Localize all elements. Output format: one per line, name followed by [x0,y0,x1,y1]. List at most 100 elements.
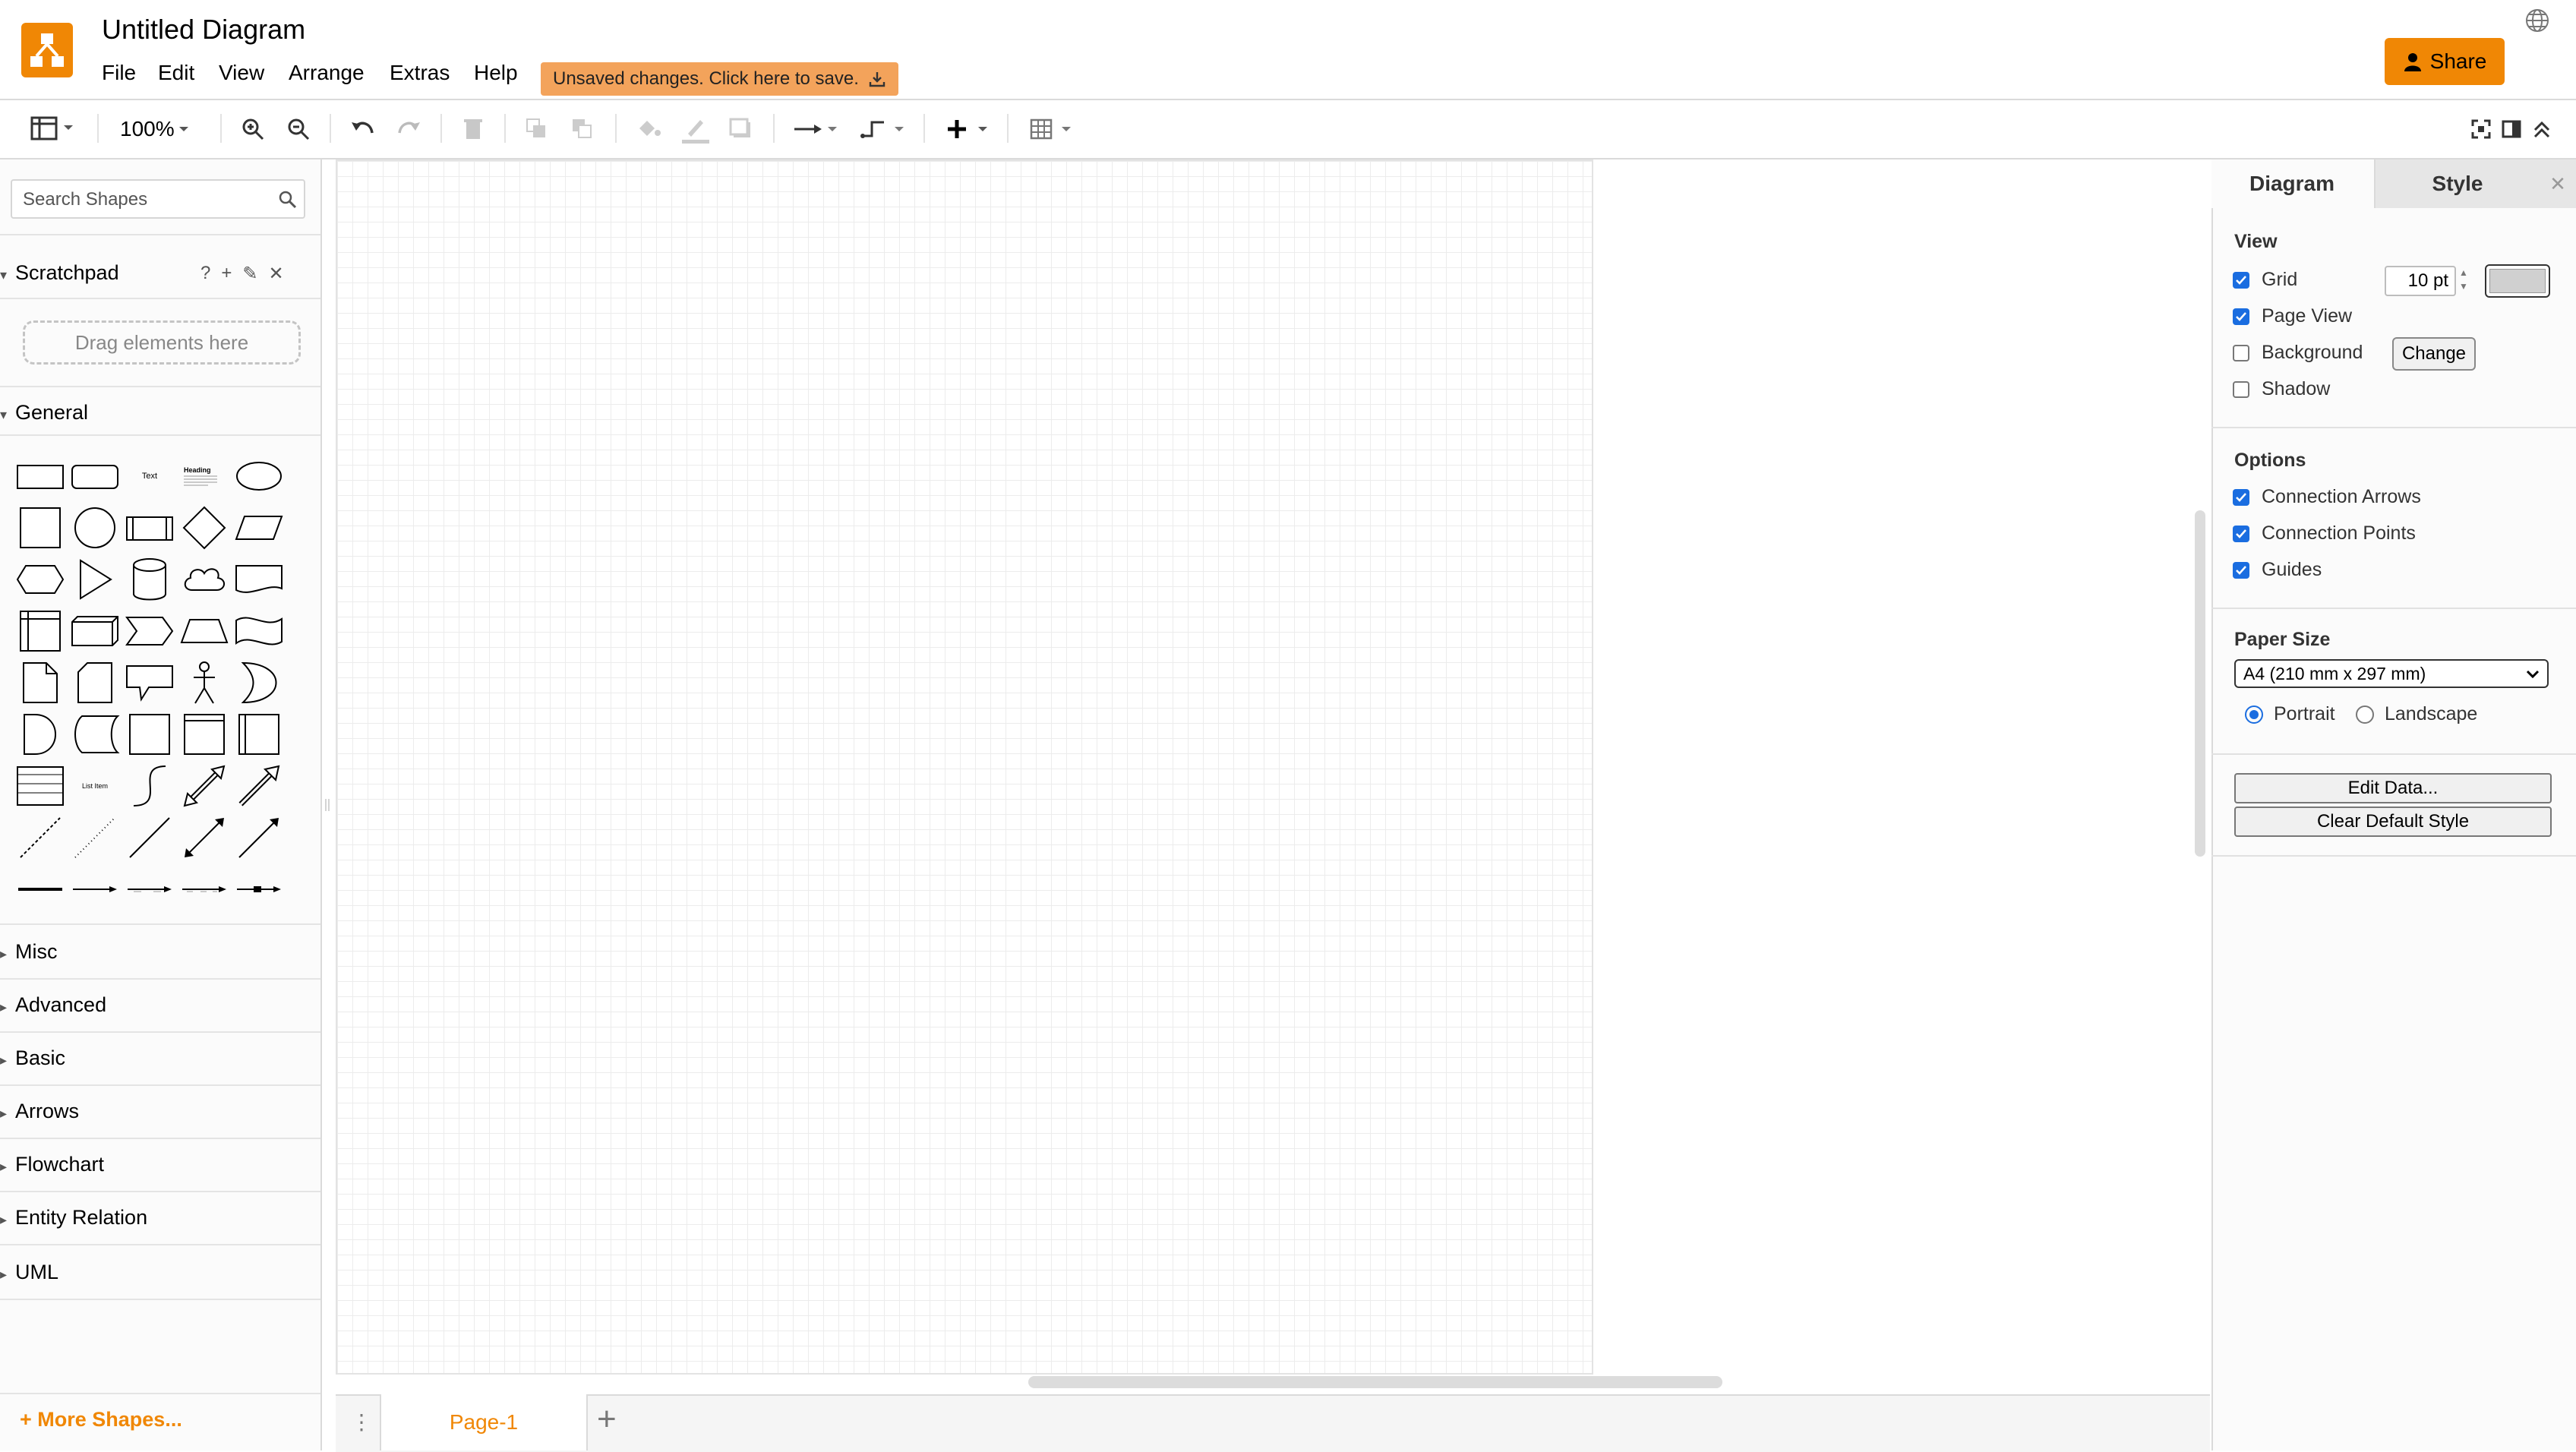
edit-data-button[interactable]: Edit Data... [2234,773,2552,803]
grid-color-swatch[interactable] [2485,264,2550,298]
tab-style[interactable]: Style [2374,159,2540,208]
connection-points-checkbox[interactable] [2233,525,2249,542]
to-front-button[interactable] [524,114,550,144]
shape-swimlane-vertical[interactable] [232,712,286,756]
shape-text[interactable]: Text [123,454,176,498]
shape-document[interactable] [232,557,286,601]
shape-cloud[interactable] [178,557,231,601]
add-icon[interactable]: + [221,263,232,285]
menu-extras[interactable]: Extras [390,61,450,85]
shape-dotted-line[interactable] [68,816,122,860]
connection-style-dropdown[interactable] [793,114,843,144]
shape-connector-two-labels[interactable] [123,867,176,911]
grid-size-spinner[interactable]: ▲ ▼ [2459,266,2473,296]
waypoints-dropdown[interactable] [860,114,910,144]
shape-callout[interactable] [123,661,176,705]
guides-option[interactable]: Guides [2233,559,2322,581]
tab-diagram[interactable]: Diagram [2211,159,2372,208]
shape-triangle[interactable] [68,557,122,601]
insert-dropdown[interactable] [945,114,995,144]
shape-tape[interactable] [232,609,286,653]
section-flowchart[interactable]: ▸ Flowchart [0,1153,320,1176]
menu-view[interactable]: View [219,61,264,85]
shape-connector-label[interactable] [68,867,122,911]
shadow-button[interactable] [728,114,753,144]
grid-size-input[interactable]: 10 pt [2385,266,2456,296]
shape-internal-storage[interactable] [14,609,67,653]
paper-size-select[interactable]: A4 (210 mm x 297 mm) [2234,659,2549,688]
page-view-option[interactable]: Page View [2233,305,2352,327]
shape-connector-three-labels[interactable] [178,867,231,911]
grid-checkbox[interactable] [2233,271,2249,289]
shape-bidirectional-connector[interactable] [178,816,231,860]
shape-container-square[interactable] [123,712,176,756]
change-background-button[interactable]: Change [2392,337,2476,371]
close-icon[interactable]: ✕ [268,263,283,285]
connection-arrows-option[interactable]: Connection Arrows [2233,486,2421,508]
add-page-icon[interactable]: + [597,1400,617,1438]
help-icon[interactable]: ? [200,263,210,285]
collapse-toolbar-button[interactable] [2530,114,2553,144]
vertical-scrollbar[interactable] [2195,510,2205,857]
grid-option[interactable]: Grid [2233,269,2297,291]
shape-diamond[interactable] [178,506,231,550]
format-panel-toggle[interactable] [30,114,77,144]
shape-directional-connector[interactable] [232,816,286,860]
clear-default-style-button[interactable]: Clear Default Style [2234,806,2552,837]
app-logo-icon[interactable] [21,23,73,77]
shape-bidirectional-arrow[interactable] [178,764,231,808]
landscape-radio[interactable] [2356,705,2374,724]
diagram-page[interactable] [336,159,1593,1375]
menu-edit[interactable]: Edit [158,61,194,85]
shape-heading-textbox[interactable]: Heading [178,454,231,498]
portrait-option[interactable]: Portrait [2245,703,2335,725]
shape-step[interactable] [123,609,176,653]
search-input[interactable] [21,187,267,213]
menu-help[interactable]: Help [474,61,518,85]
page-tab[interactable]: Page-1 [380,1394,588,1450]
portrait-radio[interactable] [2245,705,2263,724]
zoom-dropdown[interactable]: 100% [120,114,193,144]
page-view-checkbox[interactable] [2233,308,2249,325]
shape-note[interactable] [14,661,67,705]
shape-process[interactable] [123,506,176,550]
shape-rectangle[interactable] [14,454,67,498]
shape-dashed-line[interactable] [14,816,67,860]
redo-button[interactable] [395,114,422,144]
pages-menu-icon[interactable]: ⋮ [351,1409,372,1435]
more-shapes-button[interactable]: + More Shapes... [20,1408,182,1431]
document-title[interactable]: Untitled Diagram [102,14,305,46]
shape-ellipse[interactable] [232,454,286,498]
search-icon[interactable] [278,190,298,210]
zoom-in-button[interactable] [240,114,266,144]
shape-trapezoid[interactable] [178,609,231,653]
fill-color-button[interactable] [635,114,662,144]
shape-hexagon[interactable] [14,557,67,601]
undo-button[interactable] [349,114,377,144]
shape-curve[interactable] [123,764,176,808]
share-button[interactable]: Share [2385,38,2505,85]
shape-data-storage[interactable] [68,712,122,756]
to-back-button[interactable] [570,114,595,144]
edit-pencil-icon[interactable]: ✎ [242,263,257,285]
section-uml[interactable]: ▸ UML [0,1261,320,1284]
menu-arrange[interactable]: Arrange [289,61,365,85]
language-globe-icon[interactable] [2524,8,2550,33]
section-general[interactable]: ▾ General [0,401,320,425]
shape-card[interactable] [68,661,122,705]
connection-points-option[interactable]: Connection Points [2233,522,2416,544]
delete-button[interactable] [462,114,485,144]
shape-actor[interactable] [178,661,231,705]
section-advanced[interactable]: ▸ Advanced [0,993,320,1017]
shape-arrow[interactable] [232,764,286,808]
shape-circle[interactable] [68,506,122,550]
table-dropdown[interactable] [1030,114,1080,144]
zoom-out-button[interactable] [286,114,311,144]
horizontal-scrollbar[interactable] [1028,1376,1722,1388]
section-basic[interactable]: ▸ Basic [0,1046,320,1070]
fullscreen-button[interactable] [2470,114,2492,144]
shape-swimlane-horizontal[interactable] [178,712,231,756]
shape-parallelogram[interactable] [232,506,286,550]
shadow-option[interactable]: Shadow [2233,378,2330,400]
shape-and[interactable] [14,712,67,756]
